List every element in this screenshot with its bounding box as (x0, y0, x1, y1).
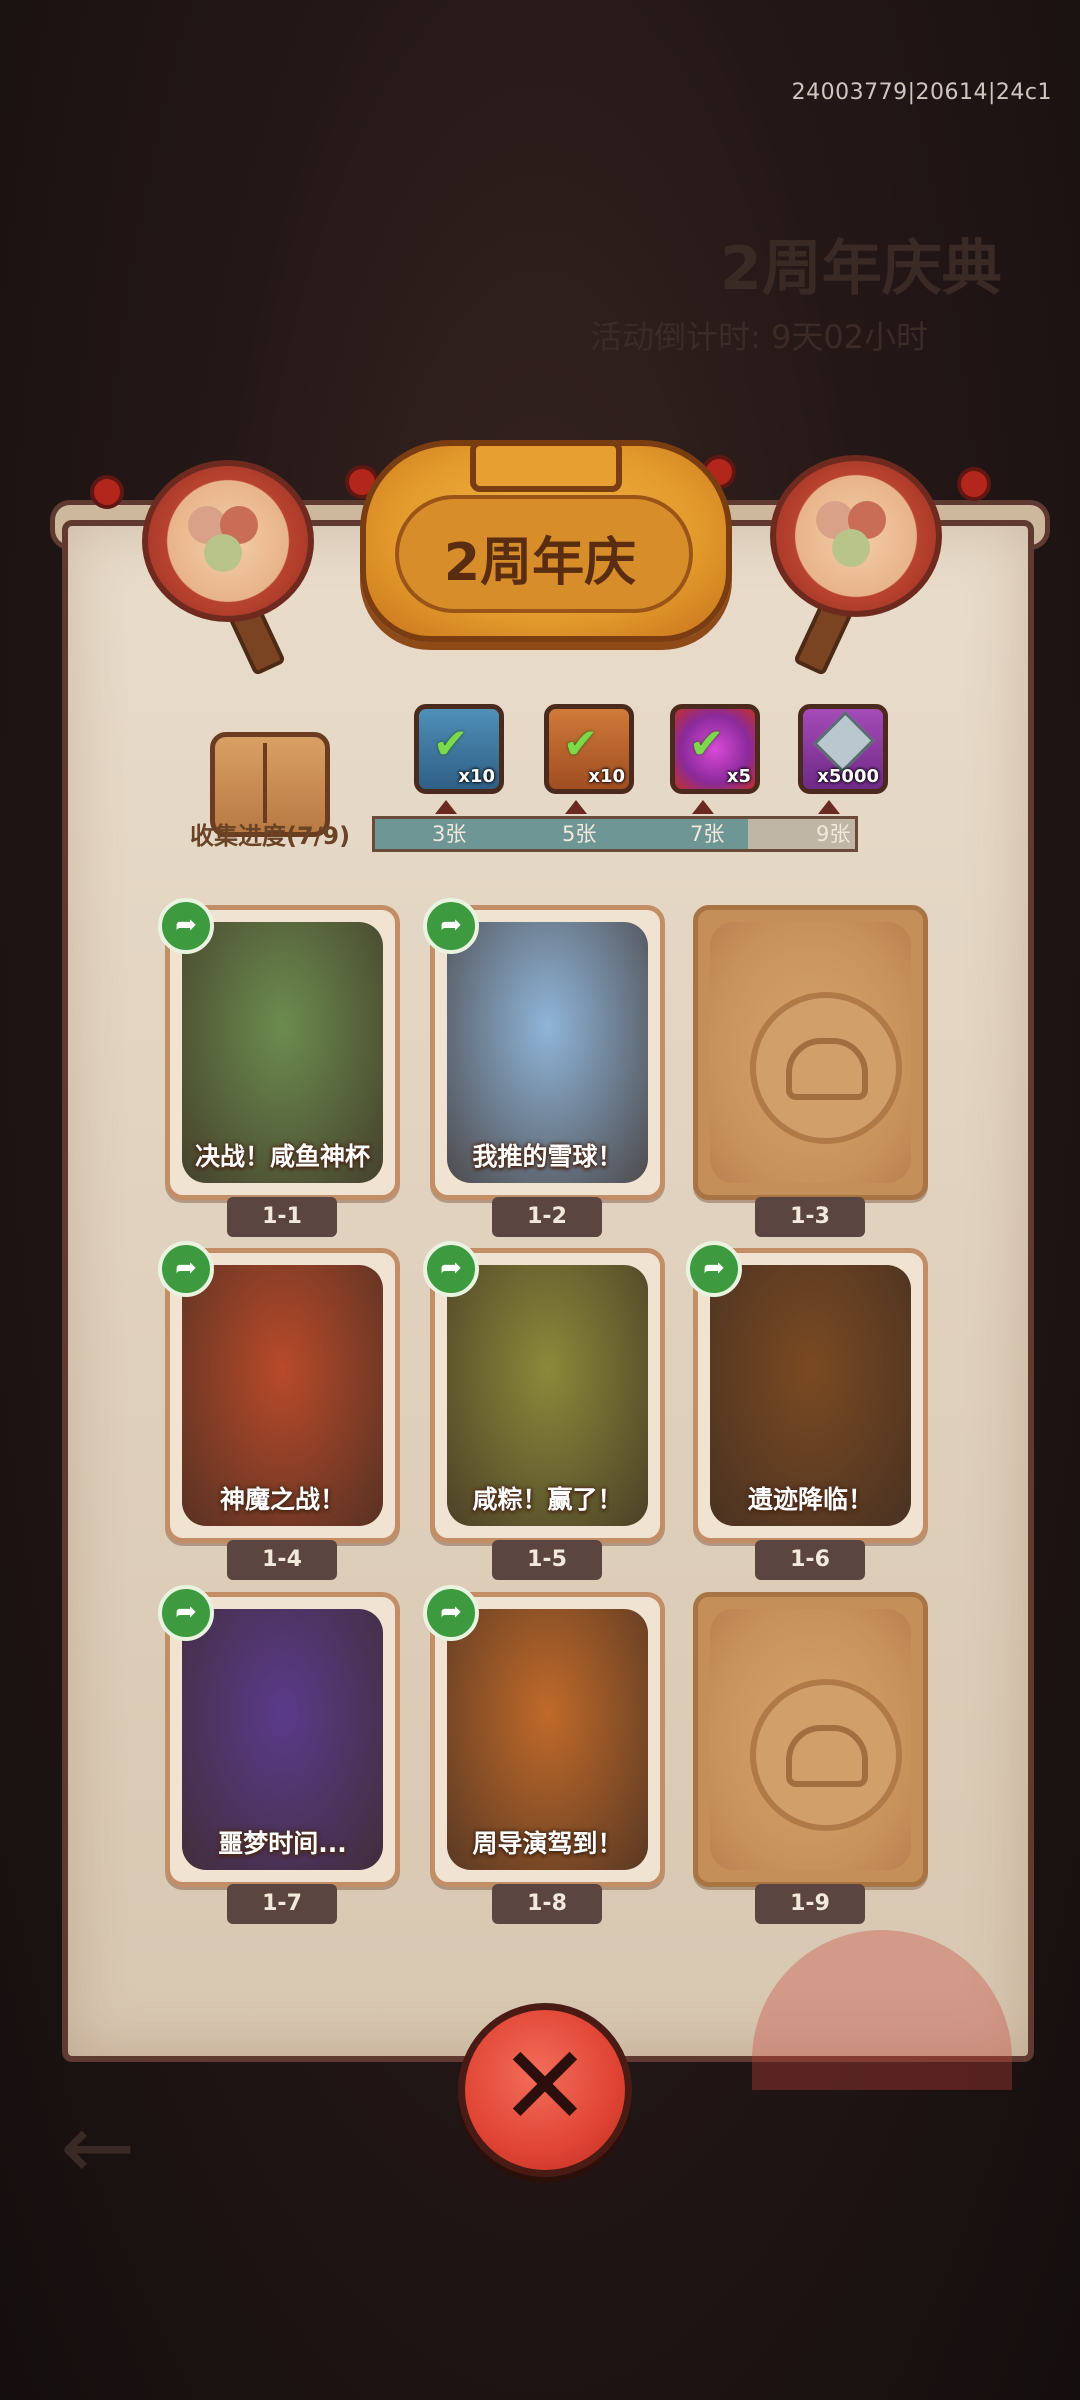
decor-ball (90, 475, 124, 509)
build-id: 24003779|20614|24c1 (791, 80, 1052, 105)
milestone-marker (565, 800, 587, 814)
card-number-label: 1-6 (755, 1540, 865, 1580)
claimed-check-icon: ✔ (563, 719, 599, 768)
close-x-icon: ✕ (498, 2022, 592, 2150)
event-title: 2周年庆 (443, 533, 637, 593)
collection-card-1-6[interactable]: 遗迹降临！ ➦ (686, 1241, 928, 1543)
locked-card-back (710, 1609, 911, 1870)
milestone-marker (435, 800, 457, 814)
collection-card-1-7[interactable]: 噩梦时间... ➦ (158, 1585, 400, 1887)
background-event-title: 2周年庆典 (720, 234, 1002, 304)
card-number-label: 1-1 (227, 1197, 337, 1237)
reward-7-cards[interactable]: ✔ x5 (670, 704, 760, 794)
collection-card-1-1[interactable]: 决战！咸鱼神杯 ➦ (158, 898, 400, 1200)
title-plaque-top (470, 440, 622, 492)
milestone-marker (692, 800, 714, 814)
card-title: 周导演驾到！ (472, 1829, 623, 1858)
collection-card-1-9[interactable] (693, 1592, 928, 1887)
reward-9-cards[interactable]: x5000 (798, 704, 888, 794)
reward-5-cards[interactable]: ✔ x10 (544, 704, 634, 794)
fish-emblem-icon (750, 992, 902, 1144)
card-title: 决战！咸鱼神杯 (194, 1142, 370, 1171)
share-icon[interactable]: ➦ (158, 898, 214, 954)
collection-card-1-5[interactable]: 咸粽！赢了！ ➦ (423, 1241, 665, 1543)
card-title: 噩梦时间... (218, 1829, 347, 1858)
collection-progress-label: 收集进度(7/9) (190, 822, 351, 850)
background-event-countdown: 活动倒计时: 9天02小时 (590, 318, 929, 356)
share-icon[interactable]: ➦ (158, 1241, 214, 1297)
reward-3-cards[interactable]: ✔ x10 (414, 704, 504, 794)
close-button[interactable]: ✕ (458, 2003, 632, 2177)
card-title: 神魔之战！ (219, 1485, 345, 1514)
claimed-check-icon: ✔ (689, 719, 725, 768)
share-icon[interactable]: ➦ (423, 898, 479, 954)
card-number-label: 1-9 (755, 1884, 865, 1924)
card-number-label: 1-2 (492, 1197, 602, 1237)
reward-quantity: x5 (726, 766, 751, 787)
decor-ball (957, 467, 991, 501)
collection-card-1-8[interactable]: 周导演驾到！ ➦ (423, 1585, 665, 1887)
card-number-label: 1-7 (227, 1884, 337, 1924)
drum-right-icon (770, 455, 942, 617)
share-icon[interactable]: ➦ (686, 1241, 742, 1297)
milestone-marker (818, 800, 840, 814)
collection-card-1-4[interactable]: 神魔之战！ ➦ (158, 1241, 400, 1543)
collection-card-1-2[interactable]: 我推的雪球！ ➦ (423, 898, 665, 1200)
crystal-icon (812, 710, 876, 774)
card-title: 我推的雪球！ (472, 1142, 623, 1171)
card-number-label: 1-8 (492, 1884, 602, 1924)
reward-quantity: x10 (458, 766, 495, 787)
locked-card-back (710, 922, 911, 1183)
fish-emblem-icon (750, 1679, 902, 1831)
card-number-label: 1-4 (227, 1540, 337, 1580)
reward-quantity: x5000 (817, 766, 879, 787)
milestone-label: 9张 (816, 822, 851, 846)
collection-card-1-3[interactable] (693, 905, 928, 1200)
card-title: 咸粽！赢了！ (472, 1485, 623, 1514)
share-icon[interactable]: ➦ (158, 1585, 214, 1641)
reward-quantity: x10 (588, 766, 625, 787)
milestone-label: 7张 (690, 822, 725, 846)
milestone-label: 3张 (432, 822, 467, 846)
card-number-label: 1-3 (755, 1197, 865, 1237)
milestone-label: 5张 (562, 822, 597, 846)
card-number-label: 1-5 (492, 1540, 602, 1580)
drum-left-icon (142, 460, 314, 622)
card-title: 遗迹降临！ (747, 1485, 873, 1514)
share-icon[interactable]: ➦ (423, 1241, 479, 1297)
back-arrow-icon: ← (60, 2095, 136, 2200)
share-icon[interactable]: ➦ (423, 1585, 479, 1641)
claimed-check-icon: ✔ (433, 719, 469, 768)
